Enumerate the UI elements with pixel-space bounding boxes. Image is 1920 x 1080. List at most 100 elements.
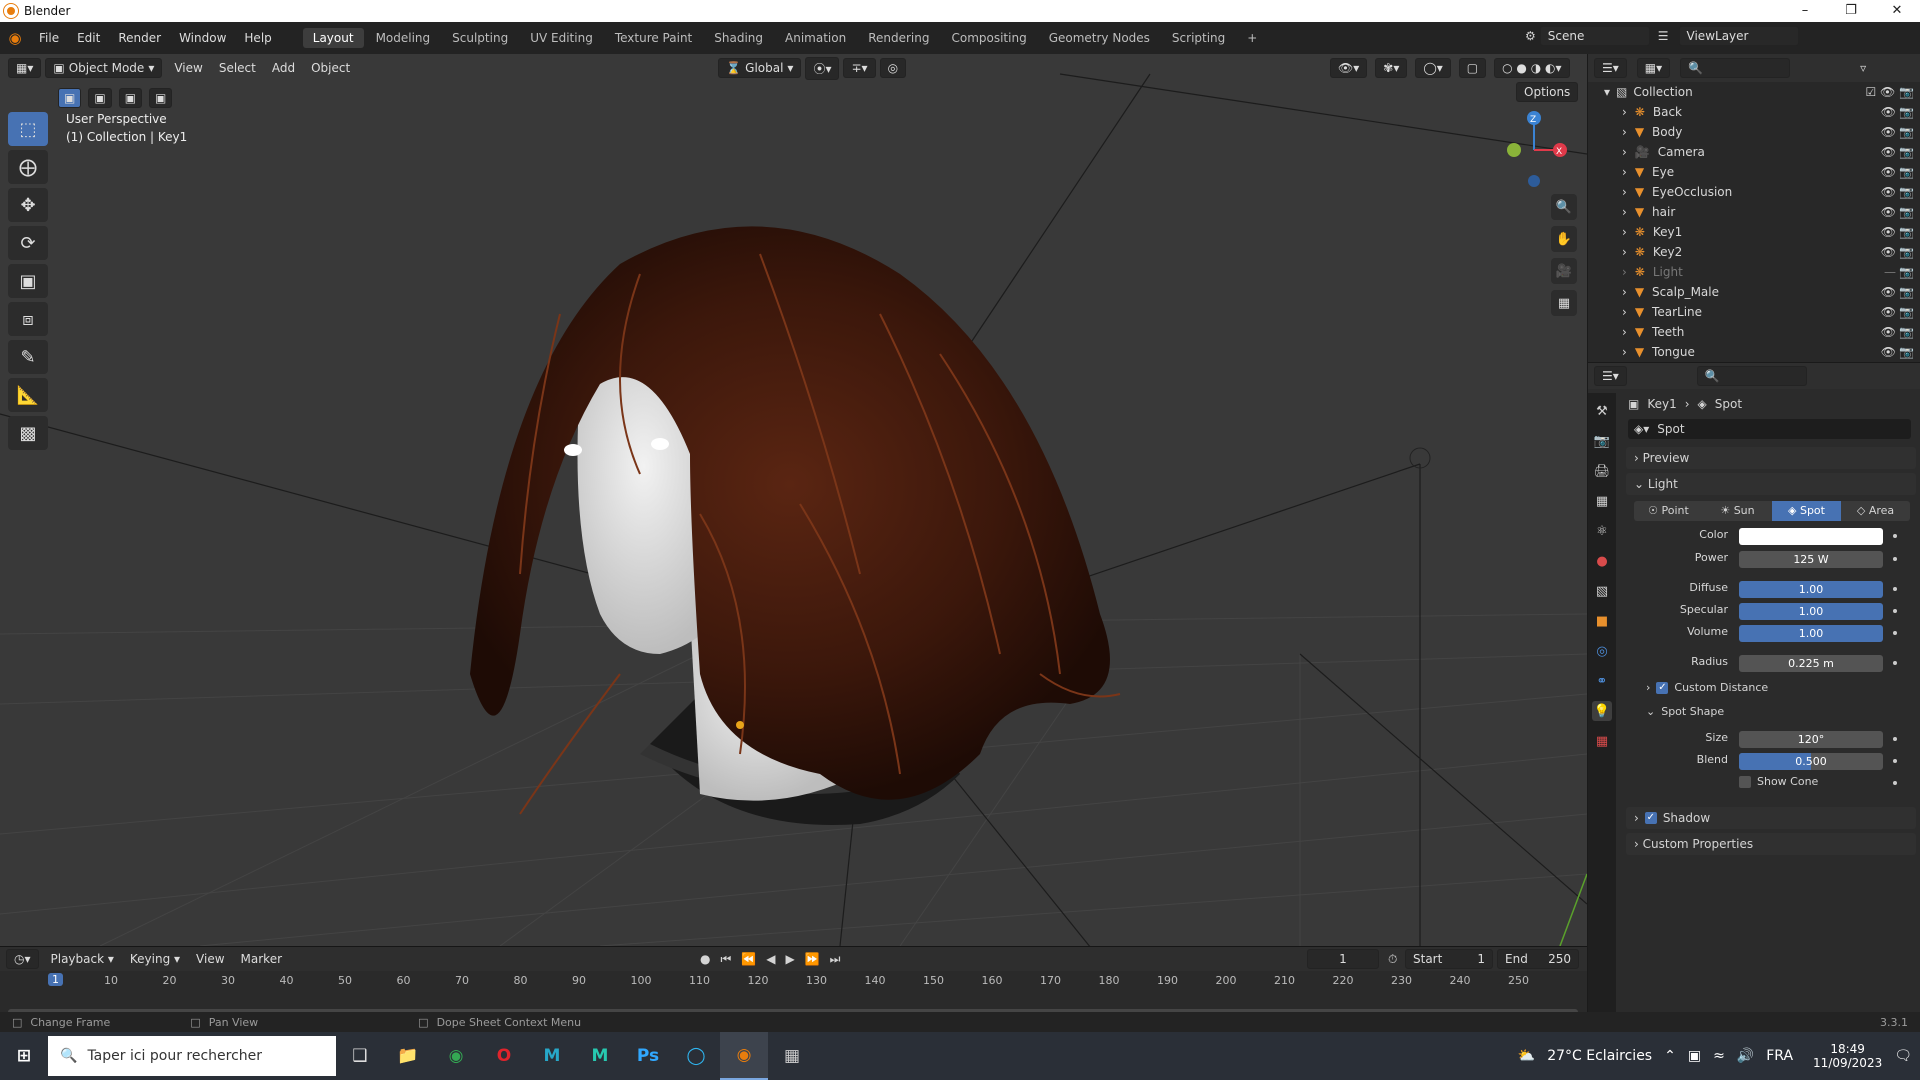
- chevron-right-icon[interactable]: ›: [1622, 285, 1627, 299]
- timeline-menu-playback[interactable]: Playback ▾: [43, 952, 122, 966]
- prev-keyframe-icon[interactable]: ⏪: [741, 952, 756, 967]
- snap-button[interactable]: ∓▾: [843, 58, 876, 78]
- animate-dot-icon[interactable]: [1893, 557, 1897, 561]
- render-camera-icon[interactable]: 📷: [1899, 345, 1914, 359]
- chevron-right-icon[interactable]: ›: [1622, 185, 1627, 199]
- select-invert-icon[interactable]: ▣: [149, 88, 173, 108]
- jump-end-icon[interactable]: ⏭: [830, 952, 841, 967]
- show-cone-row[interactable]: Show Cone: [1739, 775, 1818, 788]
- outliner-row[interactable]: › ❋ Light — 📷: [1588, 262, 1920, 282]
- viewport-menu-view[interactable]: View: [166, 61, 210, 75]
- volume-icon[interactable]: 🔊: [1737, 1048, 1754, 1064]
- measure-tool[interactable]: 📐: [8, 378, 48, 412]
- options-dropdown[interactable]: Options: [1516, 82, 1579, 102]
- viewport-menu-object[interactable]: Object: [303, 61, 358, 75]
- render-camera-icon[interactable]: 📷: [1899, 285, 1914, 299]
- outliner-row[interactable]: › ❋ Back 👁 📷: [1588, 102, 1920, 122]
- animate-dot-icon[interactable]: [1893, 631, 1897, 635]
- record-icon[interactable]: ●: [700, 952, 710, 967]
- stopwatch-icon[interactable]: ⏱: [1388, 952, 1397, 967]
- chevron-right-icon[interactable]: ›: [1622, 265, 1627, 279]
- file-explorer-icon[interactable]: 📁: [384, 1032, 432, 1080]
- chevron-up-icon[interactable]: ⌃: [1664, 1048, 1676, 1064]
- spot-blend-slider[interactable]: 0.500: [1739, 753, 1883, 770]
- tab-uv-editing[interactable]: UV Editing: [520, 28, 603, 48]
- custom-distance-row[interactable]: › ✓ Custom Distance: [1646, 681, 1768, 694]
- outliner-row[interactable]: › 🎥 Camera 👁 📷: [1588, 142, 1920, 162]
- tab-sculpting[interactable]: Sculpting: [442, 28, 518, 48]
- clock[interactable]: 18:49 11/09/2023: [1813, 1042, 1882, 1070]
- timeline-menu-view[interactable]: View: [188, 952, 232, 966]
- select-new-icon[interactable]: ▣: [58, 88, 82, 108]
- menu-help[interactable]: Help: [235, 31, 280, 45]
- editor-type-button[interactable]: ▦▾: [8, 58, 42, 78]
- viewport-menu-add[interactable]: Add: [264, 61, 303, 75]
- collection-toggles[interactable]: ☑ 👁 📷: [1865, 85, 1914, 99]
- visibility-eye-icon[interactable]: 👁: [1881, 325, 1896, 339]
- notifications-icon[interactable]: 🗨: [1894, 1048, 1912, 1064]
- animate-dot-icon[interactable]: [1893, 661, 1897, 665]
- opera-icon[interactable]: O: [480, 1032, 528, 1080]
- maya-icon[interactable]: M: [528, 1032, 576, 1080]
- outliner-row[interactable]: › ❋ Key2 👁 📷: [1588, 242, 1920, 262]
- outliner-row[interactable]: › ▼ hair 👁 📷: [1588, 202, 1920, 222]
- outliner-row[interactable]: › ▼ Scalp_Male 👁 📷: [1588, 282, 1920, 302]
- weather-label[interactable]: 27°C Eclaircies: [1547, 1048, 1652, 1064]
- tab-shading[interactable]: Shading: [704, 28, 773, 48]
- rotate-tool[interactable]: ⟳: [8, 226, 48, 260]
- proportional-editing-button[interactable]: ◎: [879, 58, 907, 78]
- gizmo-toggle-button[interactable]: ✾▾: [1375, 58, 1408, 78]
- minimize-button[interactable]: –: [1782, 0, 1828, 22]
- visibility-eye-icon[interactable]: 👁: [1881, 145, 1896, 159]
- tab-rendering[interactable]: Rendering: [858, 28, 939, 48]
- custom-properties-header[interactable]: › Custom Properties: [1626, 833, 1916, 855]
- timeline-menu-marker[interactable]: Marker: [233, 952, 290, 966]
- menu-edit[interactable]: Edit: [68, 31, 109, 45]
- render-camera-icon[interactable]: 📷: [1899, 125, 1914, 139]
- visibility-eye-icon[interactable]: 👁: [1881, 125, 1896, 139]
- pivot-point-button[interactable]: ⦿▾: [805, 56, 840, 80]
- render-camera-icon[interactable]: 📷: [1899, 145, 1914, 159]
- transform-orientation-dropdown[interactable]: ⌛ Global ▾: [718, 58, 802, 78]
- network-icon[interactable]: ▣: [1688, 1048, 1701, 1064]
- photoshop-icon[interactable]: Ps: [624, 1032, 672, 1080]
- animate-dot-icon[interactable]: [1893, 737, 1897, 741]
- render-camera-icon[interactable]: 📷: [1899, 105, 1914, 119]
- language-indicator[interactable]: FRA: [1766, 1048, 1793, 1064]
- cursor-tool[interactable]: ⨁: [8, 150, 48, 184]
- playhead[interactable]: 1: [48, 973, 63, 986]
- outliner-row[interactable]: › ▼ Tongue 👁 📷: [1588, 342, 1920, 362]
- tab-scripting[interactable]: Scripting: [1162, 28, 1235, 48]
- viewport-menu-select[interactable]: Select: [211, 61, 264, 75]
- filter-icon[interactable]: ▿: [1860, 61, 1866, 75]
- play-reverse-icon[interactable]: ◀: [766, 952, 775, 967]
- custom-distance-checkbox[interactable]: ✓: [1656, 681, 1669, 694]
- render-camera-icon[interactable]: 📷: [1899, 265, 1914, 279]
- render-camera-icon[interactable]: 📷: [1899, 225, 1914, 239]
- outliner-row[interactable]: › ▼ Body 👁 📷: [1588, 122, 1920, 142]
- current-frame-field[interactable]: 1: [1307, 949, 1379, 969]
- pan-hand-icon[interactable]: ✋: [1551, 226, 1577, 252]
- character-head-model[interactable]: [470, 226, 1121, 825]
- animate-dot-icon[interactable]: [1893, 587, 1897, 591]
- visibility-eye-icon[interactable]: 👁: [1881, 345, 1896, 359]
- menu-render[interactable]: Render: [109, 31, 170, 45]
- render-camera-icon[interactable]: 📷: [1899, 325, 1914, 339]
- outliner-row[interactable]: › ▼ Eye 👁 📷: [1588, 162, 1920, 182]
- add-workspace-icon[interactable]: +: [1237, 28, 1267, 48]
- camera-view-icon[interactable]: 🎥: [1551, 258, 1577, 284]
- render-camera-icon[interactable]: 📷: [1899, 165, 1914, 179]
- chevron-right-icon[interactable]: ›: [1622, 345, 1627, 359]
- navigation-gizmo[interactable]: Z X: [1507, 111, 1567, 187]
- jump-start-icon[interactable]: ⏮: [720, 952, 731, 967]
- taskbar-search-box[interactable]: 🔍 Taper ici pour rechercher: [48, 1036, 336, 1076]
- overlay-toggle-button[interactable]: ◯▾: [1415, 58, 1451, 78]
- outliner-editor-type-button[interactable]: ☰▾: [1594, 58, 1627, 78]
- next-keyframe-icon[interactable]: ⏩: [805, 952, 820, 967]
- animate-dot-icon[interactable]: [1893, 534, 1897, 538]
- chevron-right-icon[interactable]: ›: [1622, 245, 1627, 259]
- scale-tool[interactable]: ▣: [8, 264, 48, 298]
- play-icon[interactable]: ▶: [785, 952, 794, 967]
- tab-modeling[interactable]: Modeling: [366, 28, 441, 48]
- close-button[interactable]: ✕: [1874, 0, 1920, 22]
